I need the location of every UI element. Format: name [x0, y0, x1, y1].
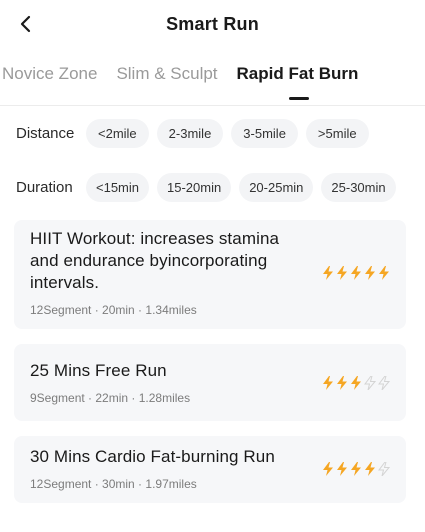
tab-slim-sculpt[interactable]: Slim & Sculpt	[116, 64, 217, 84]
bolt-icon-filled	[323, 375, 333, 390]
chip-under-15min[interactable]: <15min	[86, 172, 149, 202]
intensity-rating	[320, 265, 390, 280]
top-bar: Smart Run	[0, 0, 425, 48]
chip-over-5mile[interactable]: >5mile	[305, 118, 369, 148]
bolt-icon-filled	[365, 265, 375, 280]
workout-title: 25 Mins Free Run	[30, 361, 167, 380]
page-title: Smart Run	[166, 13, 259, 34]
bolt-icon-filled	[337, 375, 347, 390]
active-tab-indicator	[288, 97, 309, 100]
category-tabs: Novice Zone Slim & Sculpt Rapid Fat Burn	[0, 48, 425, 108]
bolt-icon-filled	[337, 461, 347, 476]
intensity-rating	[320, 375, 390, 390]
workout-title: HIIT Workout: increases stamina and endu…	[30, 229, 280, 292]
tab-rapid-fat-burn[interactable]: Rapid Fat Burn	[236, 64, 359, 100]
workout-card[interactable]: 25 Mins Free Run 9Segment · 22min · 1.28…	[14, 344, 406, 421]
chip-2-3mile[interactable]: 2-3mile	[156, 118, 224, 148]
chip-25-30min[interactable]: 25-30min	[321, 172, 396, 202]
workout-title: 30 Mins Cardio Fat-burning Run	[30, 447, 275, 466]
workout-meta: 12Segment · 30min · 1.97miles	[30, 477, 197, 491]
workout-card[interactable]: HIIT Workout: increases stamina and endu…	[14, 220, 406, 329]
bolt-icon-filled	[351, 265, 361, 280]
workout-list: HIIT Workout: increases stamina and endu…	[0, 220, 425, 503]
tab-label: Rapid Fat Burn	[236, 64, 359, 83]
chip-3-5mile[interactable]: 3-5mile	[231, 118, 298, 148]
bolt-icon-empty	[378, 375, 390, 390]
chip-under-2mile[interactable]: <2mile	[86, 118, 149, 148]
chevron-left-icon	[20, 15, 31, 33]
workout-meta: 9Segment · 22min · 1.28miles	[30, 391, 191, 405]
bolt-icon-filled	[337, 265, 347, 280]
bolt-icon-empty	[378, 461, 390, 476]
chip-20-25min[interactable]: 20-25min	[239, 172, 314, 202]
bolt-icon-filled	[379, 265, 389, 280]
duration-filter-row: Duration <15min 15-20min 20-25min 25-30m…	[0, 160, 425, 214]
distance-label: Distance	[16, 124, 75, 142]
bolt-icon-filled	[365, 461, 375, 476]
bolt-icon-empty	[364, 375, 376, 390]
bolt-icon-filled	[351, 375, 361, 390]
intensity-rating	[320, 461, 390, 476]
workout-card[interactable]: 30 Mins Cardio Fat-burning Run 12Segment…	[14, 436, 406, 503]
back-button[interactable]	[12, 10, 40, 38]
duration-label: Duration	[16, 178, 73, 196]
workout-meta: 12Segment · 20min · 1.34miles	[30, 303, 197, 317]
bolt-icon-filled	[351, 461, 361, 476]
bolt-icon-filled	[323, 461, 333, 476]
chip-15-20min[interactable]: 15-20min	[157, 172, 232, 202]
bolt-icon-filled	[323, 265, 333, 280]
distance-filter-row: Distance <2mile 2-3mile 3-5mile >5mile	[0, 106, 425, 160]
tab-novice-zone[interactable]: Novice Zone	[2, 64, 97, 84]
